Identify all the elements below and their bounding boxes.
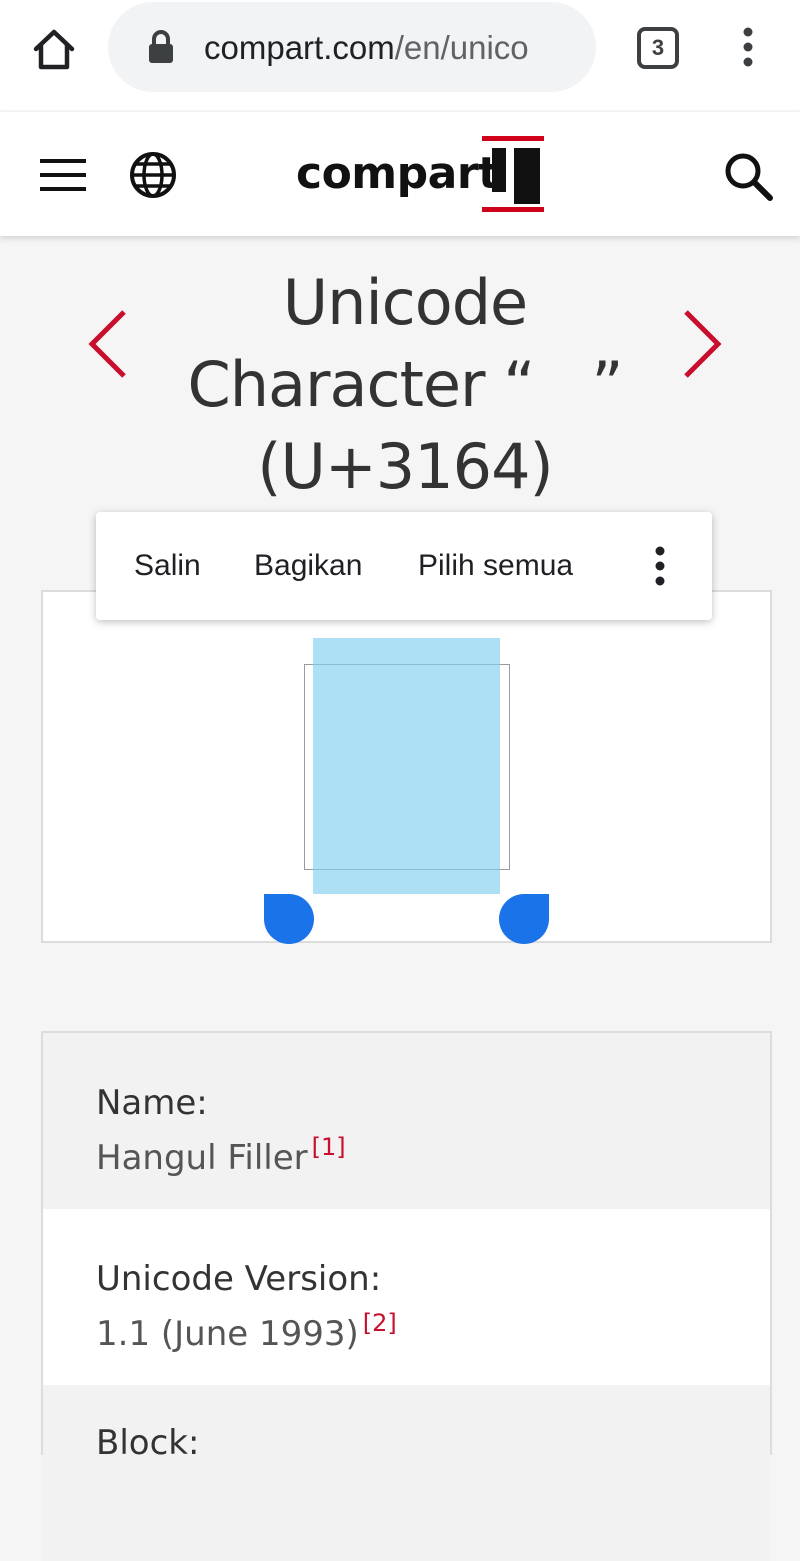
text-selection-highlight — [313, 638, 500, 894]
share-button[interactable]: Bagikan — [254, 546, 362, 586]
logo-mark-icon — [482, 136, 544, 212]
search-icon[interactable] — [722, 150, 774, 202]
url-text[interactable]: compart.com/en/unico — [204, 28, 582, 68]
reference-link[interactable]: [2] — [363, 1309, 397, 1337]
page-title: Unicode Character “ㅤ” (U+3164) — [187, 266, 623, 503]
url-host: compart.com — [204, 29, 395, 66]
chevron-left-icon[interactable] — [86, 308, 130, 380]
hamburger-menu-icon[interactable] — [40, 158, 86, 192]
property-value-text: 1.1 (June 1993) — [96, 1314, 359, 1354]
copy-button[interactable]: Salin — [134, 546, 201, 586]
selection-handle-end[interactable] — [499, 894, 549, 944]
character-preview — [41, 590, 772, 944]
property-row-block: Block: — [43, 1385, 770, 1561]
site-header: compart — [0, 112, 800, 236]
selection-handle-start[interactable] — [264, 894, 314, 944]
selection-context-menu: Salin Bagikan Pilih semua — [96, 512, 712, 620]
property-label: Name: — [96, 1083, 208, 1123]
chevron-right-icon[interactable] — [680, 308, 724, 380]
logo-wordmark: compart — [296, 148, 499, 199]
reference-link[interactable]: [1] — [312, 1133, 346, 1161]
character-properties: Name: Hangul Filler [1] Unicode Version: … — [41, 1031, 772, 1561]
compart-logo[interactable]: compart — [296, 136, 546, 212]
property-label: Block: — [96, 1423, 200, 1463]
property-label: Unicode Version: — [96, 1259, 382, 1299]
url-path: /en/unico — [394, 29, 529, 66]
home-icon[interactable] — [30, 25, 78, 73]
globe-icon[interactable] — [128, 150, 178, 200]
browser-toolbar: compart.com/en/unico 3 — [0, 0, 800, 110]
property-row-version: Unicode Version: 1.1 (June 1993) [2] — [43, 1209, 770, 1385]
property-value-text: Hangul Filler — [96, 1138, 308, 1178]
overflow-menu-icon[interactable] — [738, 27, 758, 67]
property-row-name: Name: Hangul Filler [1] — [43, 1033, 770, 1209]
tab-switcher-button[interactable]: 3 — [637, 27, 679, 69]
property-value: Hangul Filler [1] — [96, 1127, 346, 1178]
address-bar[interactable]: compart.com/en/unico — [108, 2, 596, 92]
select-all-button[interactable]: Pilih semua — [418, 546, 573, 586]
vertical-dots-icon[interactable] — [648, 546, 672, 586]
lock-icon — [149, 30, 173, 63]
property-value: 1.1 (June 1993) [2] — [96, 1303, 397, 1354]
